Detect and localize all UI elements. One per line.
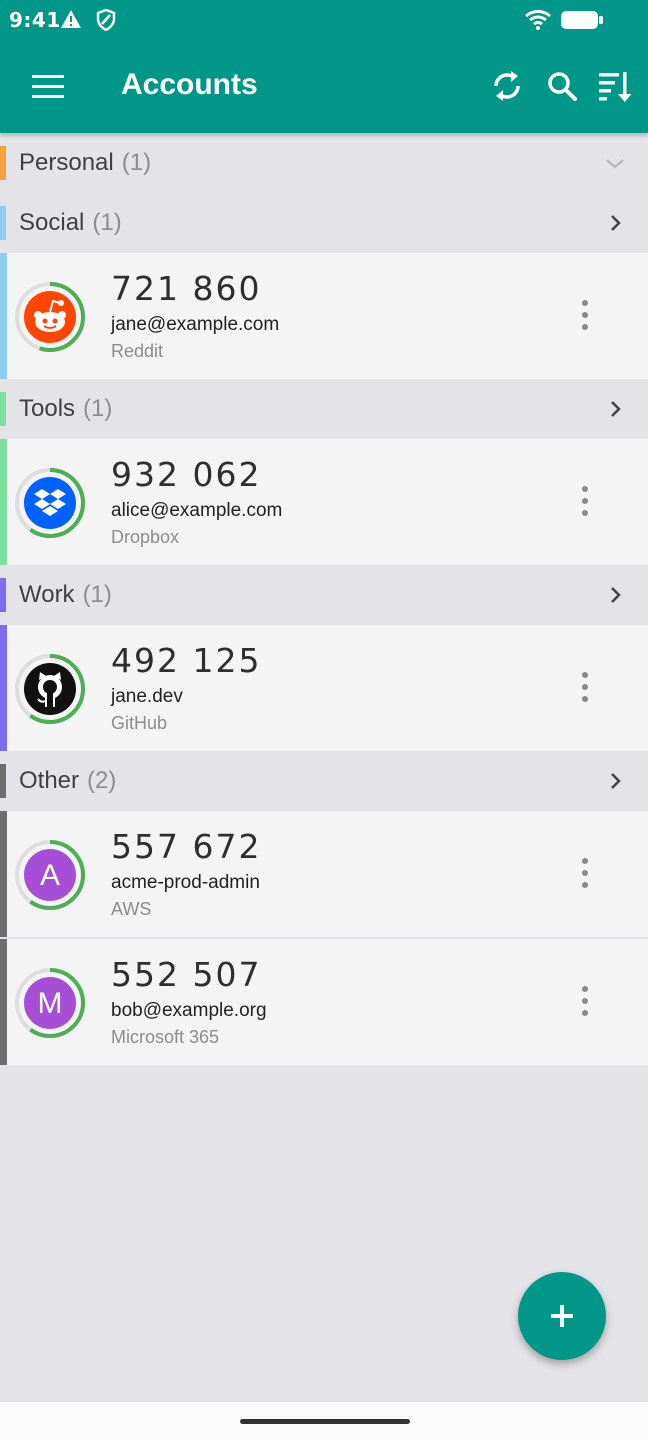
wifi-icon — [525, 10, 551, 30]
group-color-bar — [0, 625, 7, 751]
account-list: Personal (1) Social (1) 721 860 jane@exa… — [0, 133, 648, 1065]
avatar-letter: A — [40, 859, 60, 892]
group-count: (1) — [121, 149, 152, 176]
chevron-right-icon — [611, 401, 621, 417]
group-color-bar — [0, 146, 6, 180]
more-vert-icon[interactable] — [570, 979, 600, 1023]
account-name: bob@example.org — [111, 1000, 267, 1021]
group-name: Social — [19, 209, 85, 236]
otp-code: 557 672 — [111, 827, 262, 866]
issuer-name: Microsoft 365 — [111, 1027, 220, 1047]
account-name: alice@example.com — [111, 500, 283, 521]
chevron-right-icon — [611, 587, 621, 603]
avatar-letter: M — [38, 987, 63, 1020]
group-color-bar — [0, 811, 7, 937]
group-color-bar — [0, 439, 7, 565]
group-color-bar — [0, 578, 6, 612]
issuer-name: Dropbox — [111, 527, 180, 547]
account-entry-microsoft[interactable]: M 552 507 bob@example.org Microsoft 365 — [0, 939, 648, 1065]
letter-m-icon: M — [15, 968, 85, 1038]
warning-icon — [61, 10, 81, 28]
account-name: jane.dev — [111, 686, 183, 707]
account-name: acme-prod-admin — [111, 872, 260, 893]
battery-icon — [561, 11, 603, 29]
group-name: Other — [19, 767, 80, 794]
reddit-icon — [15, 282, 85, 352]
home-handle[interactable] — [240, 1419, 410, 1424]
otp-code: 492 125 — [111, 641, 262, 680]
status-bar: 9:41 — [0, 0, 648, 40]
group-color-bar — [0, 392, 6, 426]
account-name: jane@example.com — [111, 314, 280, 335]
status-time: 9:41 — [9, 8, 61, 32]
account-entry-reddit[interactable]: 721 860 jane@example.com Reddit — [0, 253, 648, 379]
menu-icon[interactable] — [28, 72, 68, 102]
otp-code: 932 062 — [111, 455, 262, 494]
account-entry-aws[interactable]: A 557 672 acme-prod-admin AWS — [0, 811, 648, 937]
more-vert-icon[interactable] — [570, 851, 600, 895]
account-entry-dropbox[interactable]: 932 062 alice@example.com Dropbox — [0, 439, 648, 565]
issuer-name: GitHub — [111, 713, 168, 733]
group-header-personal[interactable]: Personal (1) — [0, 133, 648, 193]
more-vert-icon[interactable] — [570, 293, 600, 337]
otp-code: 721 860 — [111, 269, 262, 308]
group-name: Tools — [19, 395, 76, 422]
group-count: (1) — [92, 209, 122, 236]
sync-icon[interactable] — [487, 64, 527, 108]
chevron-right-icon — [611, 215, 621, 231]
page-title: Accounts — [121, 68, 258, 101]
group-name: Work — [19, 581, 75, 608]
add-account-button[interactable] — [518, 1272, 606, 1360]
group-count: (1) — [83, 395, 113, 422]
group-count: (1) — [82, 581, 112, 608]
plus-icon — [551, 1305, 573, 1327]
group-color-bar — [0, 206, 6, 240]
group-name: Personal — [19, 149, 114, 176]
group-header-work[interactable]: Work (1) — [0, 565, 648, 625]
group-count: (2) — [87, 767, 117, 794]
navigation-bar — [0, 1402, 648, 1440]
chevron-down-icon — [606, 159, 624, 169]
group-header-social[interactable]: Social (1) — [0, 193, 648, 253]
shield-icon — [96, 9, 116, 31]
issuer-name: AWS — [111, 899, 152, 919]
group-color-bar — [0, 939, 7, 1065]
chevron-right-icon — [611, 773, 621, 789]
group-header-other[interactable]: Other (2) — [0, 751, 648, 811]
group-color-bar — [0, 764, 6, 798]
otp-code: 552 507 — [111, 955, 262, 994]
github-icon — [15, 654, 85, 724]
group-header-tools[interactable]: Tools (1) — [0, 379, 648, 439]
dropbox-icon — [15, 468, 85, 538]
account-entry-github[interactable]: 492 125 jane.dev GitHub — [0, 625, 648, 751]
more-vert-icon[interactable] — [570, 665, 600, 709]
search-icon[interactable] — [542, 64, 582, 108]
sort-icon[interactable] — [596, 64, 636, 108]
issuer-name: Reddit — [111, 341, 164, 361]
letter-a-icon: A — [15, 840, 85, 910]
group-color-bar — [0, 253, 7, 379]
more-vert-icon[interactable] — [570, 479, 600, 523]
app-bar: Accounts — [0, 40, 648, 133]
